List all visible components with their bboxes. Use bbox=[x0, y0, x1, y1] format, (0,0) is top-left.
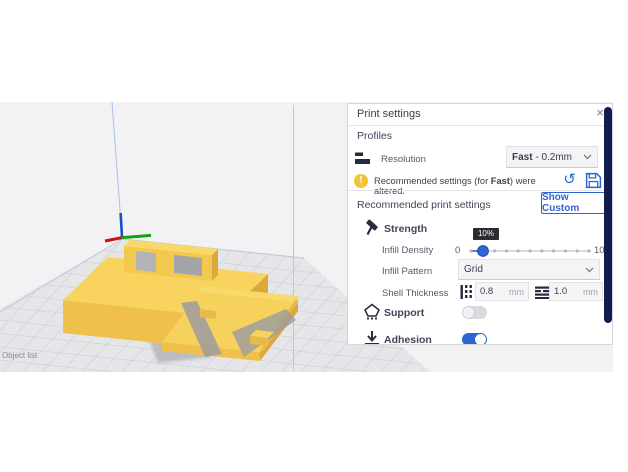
strength-heading: Strength bbox=[384, 223, 427, 235]
divider bbox=[348, 190, 612, 191]
warning-icon: ! bbox=[354, 174, 368, 188]
panel-title: Print settings bbox=[357, 108, 421, 120]
unit-label: mm bbox=[509, 287, 524, 297]
shell-thickness-label: Shell Thickness bbox=[382, 288, 448, 299]
infill-density-label: Infill Density bbox=[382, 245, 433, 256]
top-bottom-thickness-input[interactable]: 1.0 mm bbox=[549, 282, 603, 301]
panel-scrollbar[interactable] bbox=[604, 107, 612, 323]
resolution-value: Fast bbox=[512, 152, 533, 163]
infill-density-tooltip: 10% bbox=[473, 228, 499, 240]
strength-hammer-icon bbox=[363, 218, 381, 236]
infill-density-slider[interactable] bbox=[469, 244, 593, 258]
warning-text: Recommended settings (for Fast) were alt… bbox=[374, 176, 564, 196]
divider bbox=[348, 125, 612, 126]
support-heading: Support bbox=[384, 307, 424, 319]
print-settings-panel: Print settings × Profiles Resolution Fas… bbox=[347, 103, 613, 345]
resolution-dropdown[interactable]: Fast - 0.2mm bbox=[506, 146, 598, 168]
support-icon bbox=[363, 303, 381, 321]
cura-window: { "panel": { "title": "Print settings", … bbox=[0, 0, 628, 472]
resolution-icon bbox=[354, 150, 370, 166]
wall-thickness-icon bbox=[460, 284, 473, 300]
show-custom-button[interactable]: Show Custom bbox=[541, 192, 605, 214]
axis-indicator bbox=[105, 102, 151, 241]
resolution-label: Resolution bbox=[381, 154, 426, 165]
save-profile-icon[interactable] bbox=[585, 172, 602, 189]
adhesion-heading: Adhesion bbox=[384, 334, 432, 345]
object-list-label[interactable]: Object list bbox=[2, 351, 38, 360]
model-left-window bbox=[174, 255, 202, 276]
top-bottom-thickness-icon bbox=[534, 286, 550, 299]
slider-handle bbox=[478, 246, 489, 257]
model-left-window bbox=[136, 251, 156, 272]
adhesion-toggle[interactable] bbox=[462, 333, 487, 345]
wall-thickness-input[interactable]: 0.8 mm bbox=[475, 282, 529, 301]
infill-pattern-value: Grid bbox=[464, 264, 483, 275]
adhesion-icon bbox=[364, 330, 380, 345]
chevron-down-icon bbox=[583, 154, 592, 160]
undo-icon[interactable]: ↺ bbox=[561, 171, 578, 188]
infill-pattern-dropdown[interactable]: Grid bbox=[458, 259, 600, 280]
chevron-down-icon bbox=[585, 267, 594, 273]
support-toggle[interactable] bbox=[462, 306, 487, 319]
infill-pattern-label: Infill Pattern bbox=[382, 266, 432, 277]
profiles-heading: Profiles bbox=[357, 130, 392, 142]
recommended-heading: Recommended print settings bbox=[357, 199, 491, 211]
unit-label: mm bbox=[583, 287, 598, 297]
slider-min-label: 0 bbox=[455, 245, 460, 256]
